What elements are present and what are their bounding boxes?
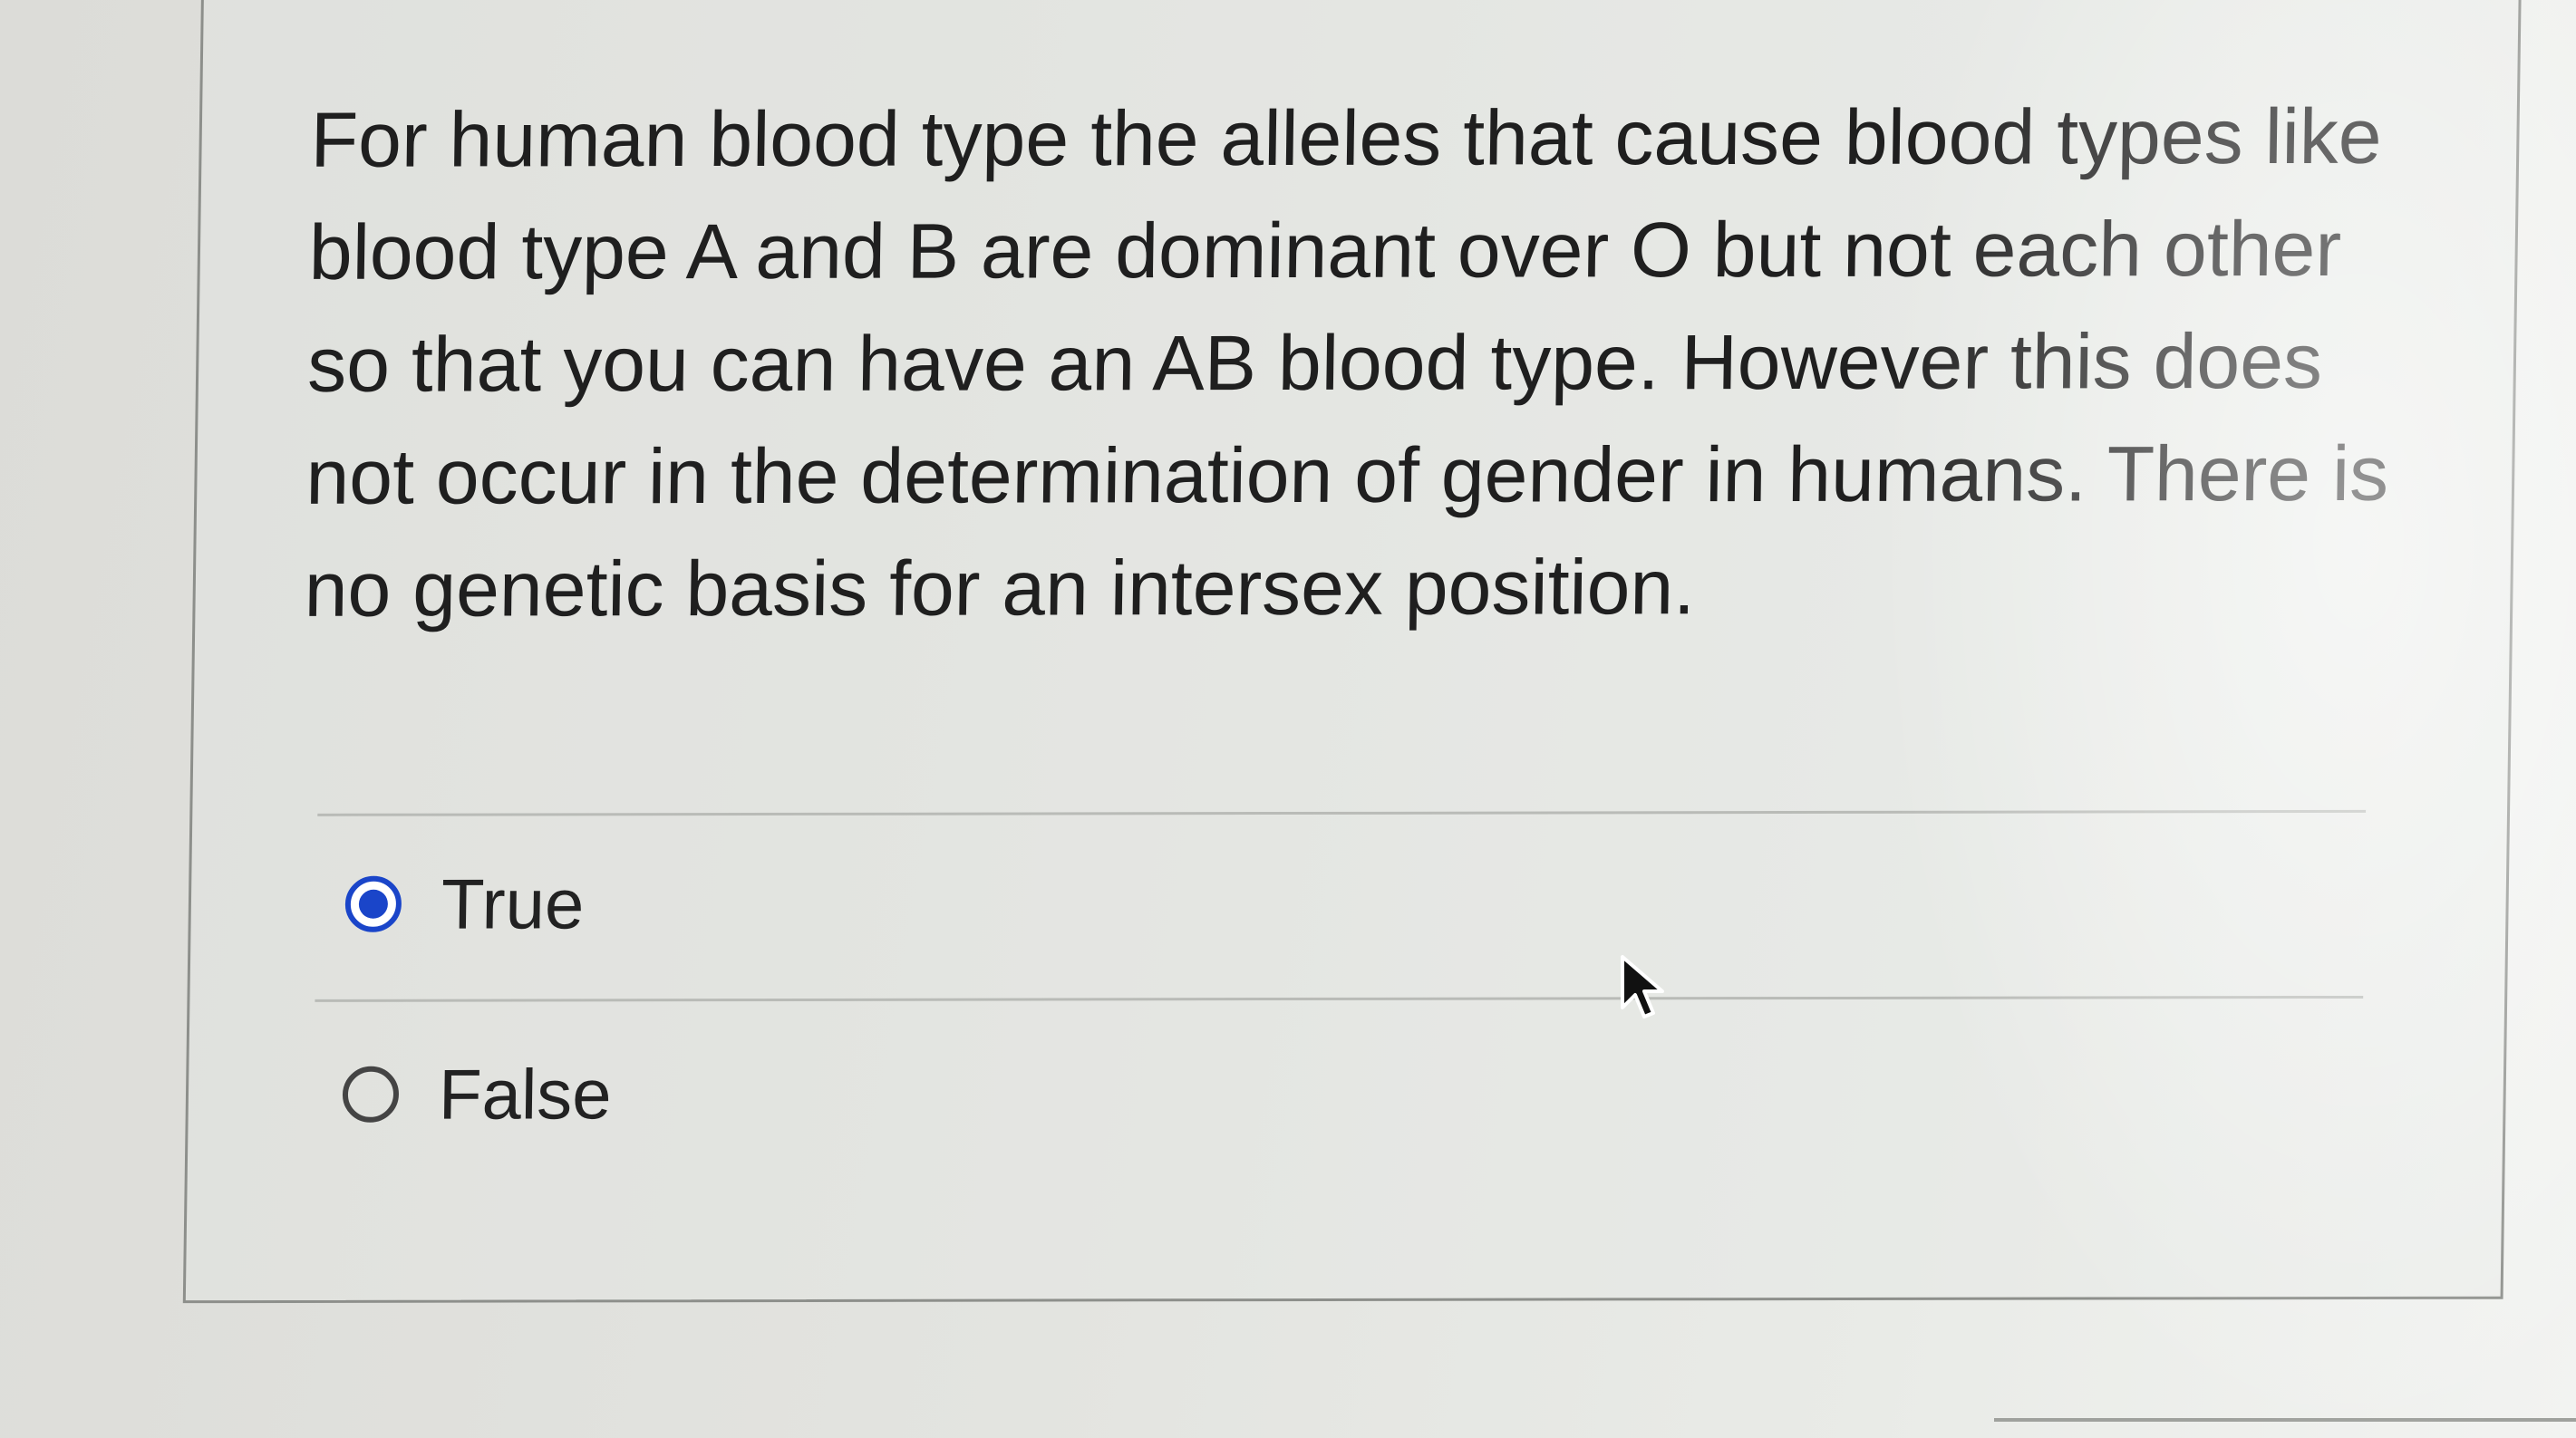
option-true-label: True — [441, 863, 586, 944]
option-true[interactable]: True — [344, 858, 585, 949]
next-card-edge — [1994, 1418, 2576, 1422]
question-text: For human blood type the alleles that ca… — [304, 92, 2389, 633]
screen: For human blood type the alleles that ca… — [0, 0, 2576, 1438]
option-false-label: False — [438, 1053, 613, 1134]
divider — [317, 809, 2367, 816]
radio-false[interactable] — [342, 1066, 400, 1123]
option-false[interactable]: False — [342, 1048, 612, 1140]
radio-true[interactable] — [344, 875, 402, 932]
divider — [315, 995, 2364, 1002]
question-card: For human blood type the alleles that ca… — [182, 0, 2522, 1304]
mouse-pointer-icon — [1621, 955, 1664, 1018]
